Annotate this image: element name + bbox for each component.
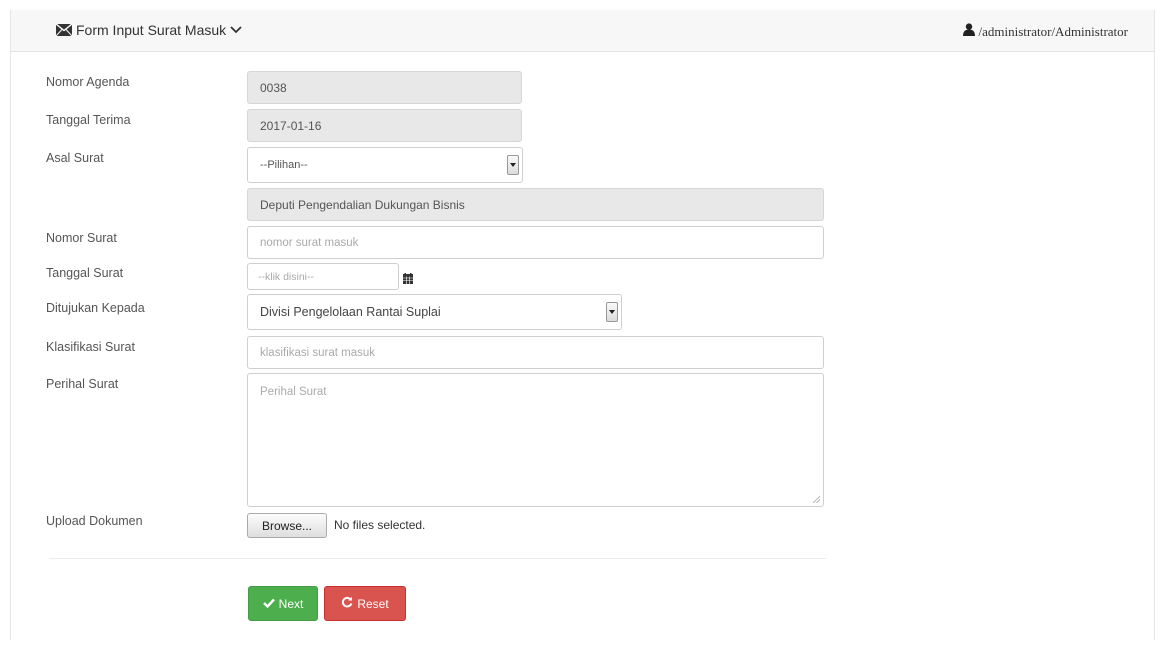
perihal-surat-textarea[interactable]: Perihal Surat: [247, 373, 824, 507]
nomor-surat-input[interactable]: nomor surat masuk: [247, 226, 824, 259]
ditujukan-kepada-select[interactable]: Divisi Pengelolaan Rantai Suplai: [247, 294, 622, 330]
tanggal-terima-field: 2017-01-16: [247, 109, 522, 142]
asal-surat-detail-field: Deputi Pengendalian Dukungan Bisnis: [247, 188, 824, 221]
next-button[interactable]: Next: [248, 586, 318, 621]
label-tanggal-surat: Tanggal Surat: [46, 266, 124, 280]
check-icon: [262, 597, 275, 611]
select-arrow-icon: [507, 155, 519, 175]
label-ditujukan-kepada: Ditujukan Kepada: [46, 301, 145, 315]
label-asal-surat: Asal Surat: [46, 151, 104, 165]
tanggal-terima-value: 2017-01-16: [260, 118, 322, 133]
next-label: Next: [278, 596, 304, 611]
asal-surat-selected: --Pilihan--: [260, 159, 308, 171]
user-name: /administrator/Administrator: [978, 23, 1128, 39]
perihal-surat-placeholder: Perihal Surat: [260, 386, 327, 398]
chevron-down-icon: [230, 26, 242, 34]
label-tanggal-terima: Tanggal Terima: [46, 113, 131, 127]
label-klasifikasi-surat: Klasifikasi Surat: [46, 340, 135, 354]
tanggal-surat-placeholder: --klik disini--: [258, 270, 314, 283]
form-panel: Form Input Surat Masuk /administrator/Ad…: [10, 10, 1155, 640]
calendar-icon[interactable]: [403, 271, 413, 289]
nomor-agenda-field: 0038: [247, 71, 522, 104]
label-perihal-surat: Perihal Surat: [46, 377, 119, 391]
divider: [49, 558, 826, 559]
refresh-icon: [341, 596, 353, 611]
panel-header: Form Input Surat Masuk /administrator/Ad…: [11, 10, 1154, 52]
envelope-icon: [56, 24, 72, 36]
browse-button[interactable]: Browse...: [247, 513, 327, 538]
klasifikasi-surat-placeholder: klasifikasi surat masuk: [260, 346, 376, 359]
asal-surat-detail: Deputi Pengendalian Dukungan Bisnis: [260, 197, 465, 212]
ditujukan-kepada-selected: Divisi Pengelolaan Rantai Suplai: [260, 305, 441, 319]
asal-surat-select[interactable]: --Pilihan--: [247, 147, 523, 183]
user-icon: [962, 23, 975, 40]
nomor-agenda-value: 0038: [260, 80, 287, 95]
label-nomor-surat: Nomor Surat: [46, 231, 117, 245]
label-upload-dokumen: Upload Dokumen: [46, 514, 143, 528]
file-status: No files selected.: [334, 518, 426, 532]
reset-label: Reset: [357, 596, 389, 611]
tanggal-surat-input[interactable]: --klik disini--: [247, 263, 399, 290]
label-nomor-agenda: Nomor Agenda: [46, 75, 130, 89]
nomor-surat-placeholder: nomor surat masuk: [260, 236, 359, 249]
select-arrow-icon: [606, 302, 618, 322]
resize-handle-icon[interactable]: [813, 496, 820, 503]
form-title: Form Input Surat Masuk: [76, 22, 227, 38]
klasifikasi-surat-input[interactable]: klasifikasi surat masuk: [247, 336, 824, 369]
user-menu[interactable]: /administrator/Administrator: [962, 23, 1128, 40]
reset-button[interactable]: Reset: [324, 586, 406, 621]
form-title-dropdown[interactable]: Form Input Surat Masuk: [56, 22, 242, 38]
